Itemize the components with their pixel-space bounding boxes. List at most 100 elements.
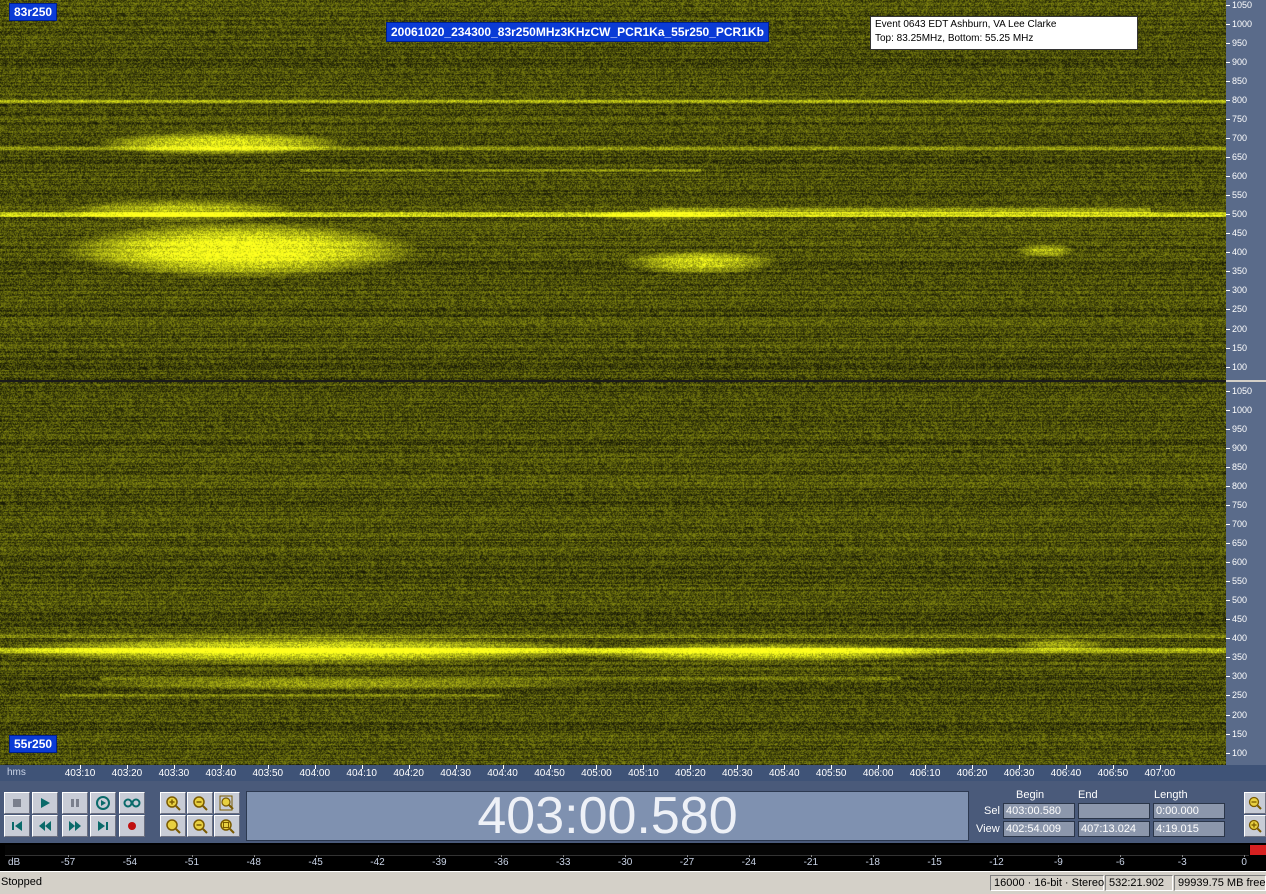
view-length-field[interactable]: 4:19.015 [1153,821,1225,837]
frequency-tick-mark [1226,486,1230,488]
frequency-tick-mark [1226,24,1230,26]
frequency-axis-top: 1050 1000 950 900 850 800 750 700 650 600 550 500 45… [1226,0,1266,380]
frequency-tick-mark [1226,448,1230,450]
frequency-tick-label: 650 [1232,152,1248,163]
frequency-tick-mark [1226,543,1230,545]
level-tick-label: -42 [370,857,385,868]
status-bar: Stopped 16000 · 16-bit · Stereo 532:21.9… [0,871,1266,894]
time-tick-label: 407:00 [1144,768,1176,779]
playback-state: Stopped [1,876,42,888]
zoom-in-full-button[interactable] [160,792,186,814]
time-tick-label: 403:30 [158,768,190,779]
frequency-tick-mark [1226,733,1230,735]
time-tick-label: 403:20 [111,768,143,779]
frequency-tick-mark [1226,714,1230,716]
frequency-tick-mark [1226,214,1230,216]
zoom-in-vertical-side-button[interactable] [1244,815,1266,837]
frequency-tick-mark [1226,657,1230,659]
time-tick-label: 404:00 [299,768,331,779]
frequency-tick-label: 150 [1232,342,1248,353]
frequency-tick-label: 700 [1232,519,1248,530]
loop-button[interactable] [119,792,145,814]
frequency-tick: 1000 [1226,19,1266,31]
view-begin-field[interactable]: 402:54.009 [1003,821,1075,837]
frequency-tick-mark [1226,157,1230,159]
spectrogram-top-channel[interactable] [0,0,1226,380]
frequency-tick-mark [1226,695,1230,697]
view-end-field[interactable]: 407:13.024 [1078,821,1150,837]
frequency-tick: 300 [1226,285,1266,297]
go-to-start-button[interactable] [4,815,30,837]
zoom-region-button[interactable] [214,815,240,837]
frequency-tick-label: 100 [1232,747,1248,758]
time-tick-label: 404:50 [534,768,565,779]
zoom-out-full-button[interactable] [187,792,213,814]
frequency-tick-label: 1000 [1232,405,1253,416]
stop-button[interactable] [4,792,30,814]
filename-label: 20061020_234300_83r250MHz3KHzCW_PCR1Ka_5… [386,22,769,42]
frequency-tick-mark [1226,43,1230,45]
fast-forward-button[interactable] [62,815,88,837]
time-ruler-unit: hms [7,767,26,778]
record-button[interactable] [119,815,145,837]
go-to-end-button[interactable] [90,815,116,837]
frequency-tick-mark [1226,429,1230,431]
frequency-tick-label: 850 [1232,76,1248,87]
frequency-tick: 1000 [1226,405,1266,417]
frequency-tick-mark [1226,100,1230,102]
frequency-tick-label: 1000 [1232,19,1253,30]
zoom-out-vertical-button[interactable] [187,815,213,837]
frequency-tick: 850 [1226,462,1266,474]
frequency-tick-mark [1226,581,1230,583]
level-tick-label: -36 [494,857,509,868]
frequency-tick-mark [1226,252,1230,254]
spectrogram-bottom-canvas[interactable] [0,382,1226,765]
time-tick-label: 403:50 [252,768,284,779]
pause-button[interactable] [62,792,88,814]
frequency-tick-label: 500 [1232,209,1248,220]
time-ruler[interactable]: hms 403:10 403:20 403:30 403:40 403:50 404:00… [0,765,1266,781]
spectrogram-bottom-channel[interactable] [0,382,1226,765]
file-duration: 532:21.902 [1105,875,1173,891]
frequency-tick-mark [1226,600,1230,602]
sel-length-field[interactable]: 0:00.000 [1153,803,1225,819]
begin-header: Begin [1016,789,1045,801]
frequency-tick-mark [1226,562,1230,564]
frequency-tick: 700 [1226,133,1266,145]
event-info-box: Event 0643 EDT Ashburn, VA Lee Clarke To… [870,16,1138,50]
frequency-tick-label: 800 [1232,481,1248,492]
frequency-tick: 800 [1226,95,1266,107]
frequency-tick: 650 [1226,538,1266,550]
frequency-tick: 450 [1226,614,1266,626]
frequency-tick: 150 [1226,343,1266,355]
play-button[interactable] [32,792,58,814]
level-tick-label: -18 [865,857,880,868]
frequency-tick-label: 900 [1232,57,1248,68]
zoom-out-vertical-side-button[interactable] [1244,792,1266,814]
frequency-tick: 700 [1226,519,1266,531]
time-tick-label: 406:30 [1003,768,1035,779]
frequency-tick-label: 800 [1232,95,1248,106]
frequency-tick: 750 [1226,114,1266,126]
sel-begin-field[interactable]: 403:00.580 [1003,803,1075,819]
top-channel-label: 83r250 [9,3,58,21]
zoom-in-vertical-button[interactable] [160,815,186,837]
audio-format: 16000 · 16-bit · Stereo [990,875,1104,891]
spectrogram-top-canvas[interactable] [0,0,1226,380]
frequency-axis-bottom: 1050 1000 950 900 850 800 750 700 650 600 550 500 45… [1226,382,1266,765]
play-looped-button[interactable] [90,792,116,814]
frequency-tick: 600 [1226,171,1266,183]
sel-end-field[interactable] [1078,803,1150,819]
rewind-button[interactable] [32,815,58,837]
frequency-tick: 850 [1226,76,1266,88]
frequency-tick-mark [1226,410,1230,412]
frequency-tick-mark [1226,328,1230,330]
zoom-out-full-icon [193,796,208,811]
zoom-selection-button[interactable] [214,792,240,814]
frequency-tick: 150 [1226,729,1266,741]
time-tick-label: 404:30 [440,768,471,779]
pause-icon [71,799,79,807]
frequency-tick-label: 350 [1232,266,1248,277]
frequency-tick-mark [1226,176,1230,178]
play-icon [41,798,50,808]
